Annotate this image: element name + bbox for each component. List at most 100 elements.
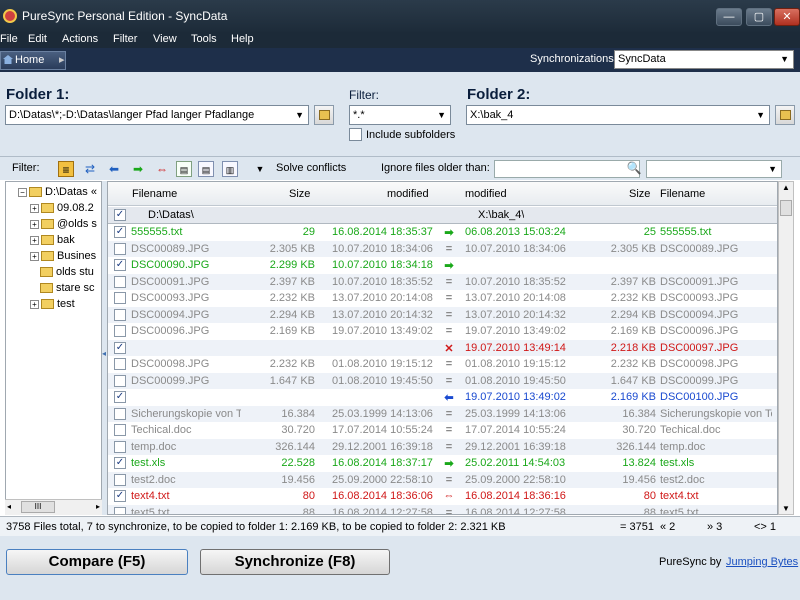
table-row[interactable]: test2.doc 19.456 25.09.2000 22:58:10 = 25.09… xyxy=(108,471,777,488)
table-row[interactable]: DSC00093.JPG 2.232 KB 13.07.2010 20:14:08 =… xyxy=(108,290,777,307)
col-size-right[interactable]: Size xyxy=(629,188,650,200)
table-row[interactable]: DSC00091.JPG 2.397 KB 10.07.2010 18:35:52 =… xyxy=(108,273,777,290)
sync-action-icon[interactable]: = xyxy=(440,292,458,304)
tree-item[interactable]: +09.08.2 xyxy=(30,201,94,215)
row-checkbox[interactable] xyxy=(114,325,126,337)
row-checkbox[interactable] xyxy=(114,358,126,370)
jumping-bytes-link[interactable]: Jumping Bytes xyxy=(726,556,798,568)
row-checkbox[interactable] xyxy=(114,440,126,453)
sync-action-icon[interactable]: = xyxy=(440,358,458,370)
col-modified-left[interactable]: modified xyxy=(387,188,429,200)
table-row[interactable]: ✓ ✕ 19.07.2010 13:49:14 2.218 KB DSC00097.JP… xyxy=(108,339,777,356)
col-modified-right[interactable]: modified xyxy=(465,188,507,200)
sync-action-icon[interactable]: = xyxy=(440,276,458,288)
expand-icon[interactable]: + xyxy=(30,299,39,309)
sync-action-icon[interactable]: = xyxy=(440,408,458,420)
menu-edit[interactable]: Edit xyxy=(28,33,47,45)
row-checkbox[interactable] xyxy=(114,506,126,514)
expand-icon[interactable]: + xyxy=(30,219,39,229)
col-filename-right[interactable]: Filename xyxy=(660,188,705,200)
table-row[interactable]: DSC00094.JPG 2.294 KB 13.07.2010 20:14:32 =… xyxy=(108,306,777,323)
close-button[interactable]: ✕ xyxy=(774,8,800,26)
col-size-left[interactable]: Size xyxy=(289,188,310,200)
tree-item[interactable]: + bak xyxy=(30,233,75,247)
table-row[interactable]: ✓ 555555.txt 29 16.08.2014 18:35:37 ➡ 06.08.2… xyxy=(108,224,777,241)
row-checkbox[interactable]: ✓ xyxy=(114,490,126,502)
table-row[interactable]: Sicherungskopie von Te 16.384 25.03.1999 1… xyxy=(108,405,777,422)
maximize-button[interactable]: ▢ xyxy=(746,8,772,26)
scroll-up-icon[interactable]: ▲ xyxy=(782,183,790,192)
folder1-path-input[interactable]: D:\Datas\*;-D:\Datas\langer Pfad langer … xyxy=(5,105,309,125)
sync-action-icon[interactable]: ➡ xyxy=(440,259,458,272)
tree-item[interactable]: + @olds s xyxy=(30,217,97,231)
table-row[interactable]: ✓ ⬅ 19.07.2010 13:49:02 2.169 KB DSC00100.JP… xyxy=(108,389,777,406)
table-row[interactable]: ✓ test.xls 22.528 16.08.2014 18:37:17 ➡ 25.02… xyxy=(108,455,777,472)
table-vertical-scrollbar[interactable]: ▲ ▼ xyxy=(778,181,794,515)
tree-scroll-thumb[interactable]: III xyxy=(21,501,55,513)
scroll-right-icon[interactable]: ▸ xyxy=(96,502,100,511)
sync-action-icon[interactable]: ⇔ xyxy=(440,490,458,502)
expand-icon[interactable]: + xyxy=(30,203,39,213)
table-row[interactable]: DSC00099.JPG 1.647 KB 01.08.2010 19:45:50 =… xyxy=(108,372,777,389)
row-checkbox[interactable]: ✓ xyxy=(114,457,126,469)
synchronize-button[interactable]: Synchronize (F8) xyxy=(200,549,390,575)
sync-action-icon[interactable]: = xyxy=(440,507,458,515)
row-checkbox[interactable] xyxy=(114,473,126,486)
table-row[interactable]: text5.txt 88 16.08.2014 12:27:58 = 16.08.201… xyxy=(108,504,777,515)
sync-action-icon[interactable]: = xyxy=(440,243,458,255)
row-checkbox[interactable] xyxy=(114,275,126,288)
age-select[interactable]: ▼ xyxy=(646,160,782,178)
row-checkbox[interactable]: ✓ xyxy=(114,226,126,238)
row-checkbox[interactable]: ✓ xyxy=(114,391,126,403)
filter-left-only-icon[interactable]: ▤ xyxy=(176,161,192,177)
collapse-icon[interactable]: − xyxy=(18,187,27,197)
table-row[interactable]: Techical.doc 30.720 17.07.2014 10:55:24 = 17… xyxy=(108,422,777,439)
sync-action-icon[interactable]: ➡ xyxy=(440,226,458,239)
sync-action-icon[interactable]: = xyxy=(440,474,458,486)
tree-item[interactable]: + Busines xyxy=(30,249,96,263)
scroll-left-icon[interactable]: ◂ xyxy=(7,502,11,511)
row-checkbox[interactable]: ✓ xyxy=(114,259,126,271)
filter-input[interactable]: *.* ▼ xyxy=(349,105,451,125)
filter-right-only-icon[interactable]: ▤ xyxy=(198,161,214,177)
filter-delete-icon[interactable]: ⇔ xyxy=(154,161,170,177)
row-checkbox[interactable] xyxy=(114,308,126,321)
menu-filter[interactable]: Filter xyxy=(113,33,137,45)
compare-button[interactable]: Compare (F5) xyxy=(6,549,188,575)
folder2-browse-button[interactable] xyxy=(775,105,795,125)
row-checkbox[interactable] xyxy=(114,424,126,436)
menu-actions[interactable]: Actions xyxy=(62,33,98,45)
search-icon[interactable]: 🔍 xyxy=(626,160,642,176)
solve-conflicts-button[interactable]: Solve conflicts xyxy=(276,162,346,174)
sync-action-icon[interactable]: ➡ xyxy=(440,457,458,470)
table-row[interactable]: DSC00096.JPG 2.169 KB 19.07.2010 13:49:02 =… xyxy=(108,323,777,340)
tree-root[interactable]: − D:\Datas « xyxy=(18,185,97,199)
filter-copy-left-icon[interactable]: ⬅ xyxy=(106,161,122,177)
synchronizations-select[interactable]: SyncData ▼ xyxy=(614,50,794,69)
filter-equal-icon[interactable]: ▥ xyxy=(222,161,238,177)
filter-show-all-icon[interactable]: ≡ xyxy=(58,161,74,177)
row-checkbox[interactable]: ✓ xyxy=(114,209,126,221)
filter-conflicts-icon[interactable]: ⇄ xyxy=(82,161,98,177)
col-filename-left[interactable]: Filename xyxy=(132,188,177,200)
table-row[interactable]: temp.doc 326.144 29.12.2001 16:39:18 = 29.12… xyxy=(108,438,777,455)
row-checkbox[interactable] xyxy=(114,292,126,304)
tree-item[interactable]: olds stu xyxy=(40,265,94,279)
scroll-down-icon[interactable]: ▼ xyxy=(782,504,790,513)
tree-item[interactable]: + test xyxy=(30,297,75,311)
menu-file[interactable]: File xyxy=(0,33,18,45)
ignore-older-input[interactable] xyxy=(494,160,640,178)
sync-action-icon[interactable]: = xyxy=(440,375,458,387)
row-checkbox[interactable] xyxy=(114,242,126,255)
breadcrumb-arrow-icon[interactable]: ▸ xyxy=(59,52,65,69)
sync-action-icon[interactable]: = xyxy=(440,325,458,337)
expand-icon[interactable]: + xyxy=(30,251,39,261)
minimize-button[interactable]: — xyxy=(716,8,742,26)
include-subfolders-checkbox[interactable] xyxy=(349,128,362,141)
table-scroll-thumb[interactable] xyxy=(780,200,792,216)
table-row[interactable]: DSC00098.JPG 2.232 KB 01.08.2010 19:15:12 =… xyxy=(108,356,777,373)
row-checkbox[interactable] xyxy=(114,407,126,420)
row-checkbox[interactable]: ✓ xyxy=(114,341,126,354)
expand-icon[interactable]: + xyxy=(30,235,39,245)
table-row[interactable]: ✓ text4.txt 80 16.08.2014 18:36:06 ⇔ 16.08.20… xyxy=(108,488,777,505)
